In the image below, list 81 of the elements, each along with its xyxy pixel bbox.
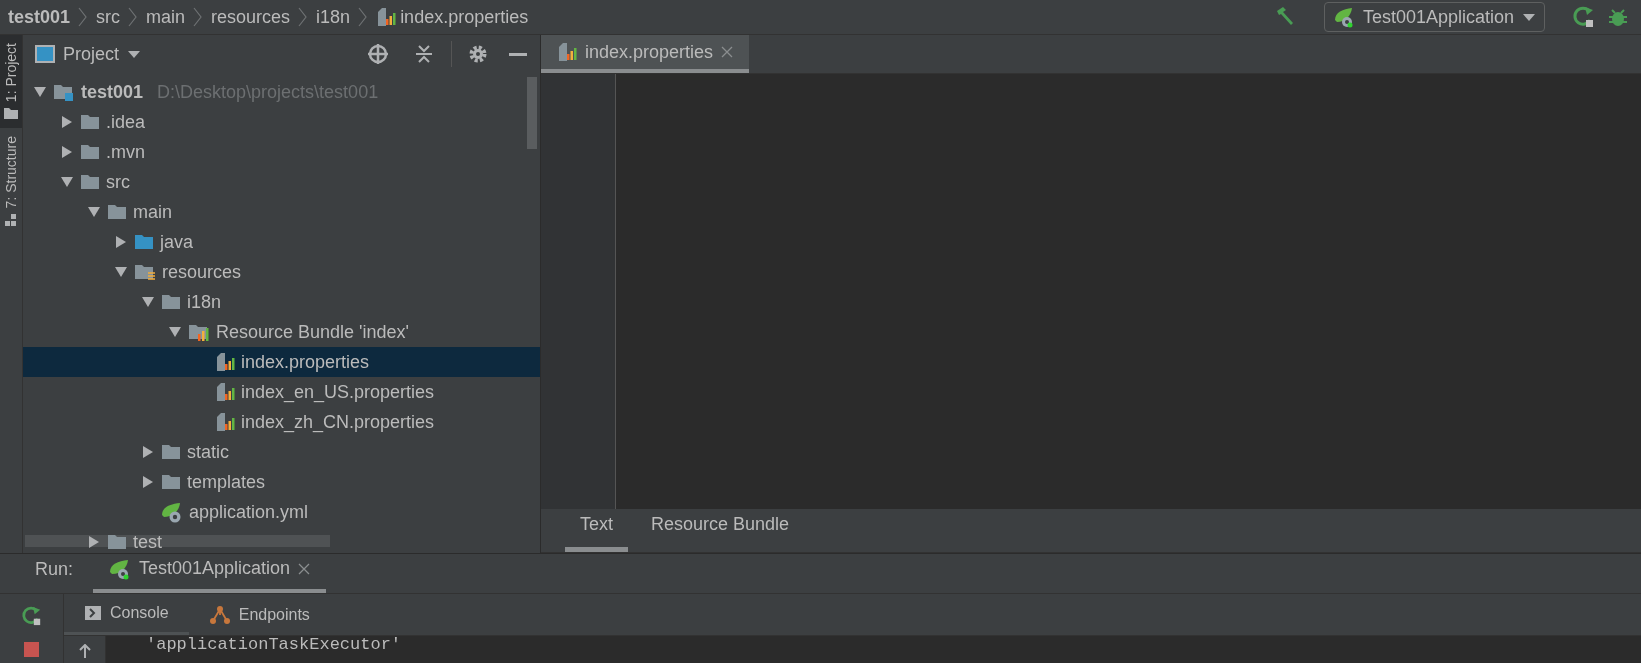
folder-icon (80, 112, 100, 132)
run-configuration-label: Test001Application (1362, 5, 1514, 29)
caret-icon (1522, 12, 1536, 22)
properties-file-icon (215, 382, 235, 402)
tree-item[interactable]: .idea (23, 107, 540, 137)
caret-icon[interactable] (127, 49, 142, 59)
tree-item[interactable]: .mvn (23, 137, 540, 167)
collapse-icon[interactable] (413, 43, 435, 65)
settings-icon[interactable] (468, 44, 488, 64)
breadcrumb[interactable]: i18n (316, 3, 351, 31)
editor-view-tab[interactable]: Resource Bundle (636, 511, 805, 552)
tree-item[interactable]: index_en_US.properties (23, 377, 540, 407)
properties-file-icon (376, 7, 397, 27)
folder-icon (107, 532, 127, 552)
tool-window-tab[interactable]: 1: Project (0, 35, 22, 129)
resources-folder-icon (134, 262, 156, 282)
leaf-gear-icon (161, 501, 183, 523)
run-label: Run: (35, 558, 74, 581)
tree-item[interactable]: java (23, 227, 540, 257)
tree-item[interactable]: index.properties (23, 347, 540, 377)
locate-icon[interactable] (367, 43, 389, 65)
expanded-arrow-icon[interactable] (168, 325, 182, 339)
collapsed-arrow-icon[interactable] (87, 535, 101, 549)
window-icon (35, 45, 55, 63)
tree-item[interactable]: application.yml (23, 497, 540, 527)
bundle-folder-icon (188, 322, 210, 342)
horizontal-scrollbar[interactable] (25, 535, 330, 547)
folder-icon (134, 232, 154, 252)
expanded-arrow-icon[interactable] (60, 175, 74, 189)
collapsed-arrow-icon[interactable] (60, 145, 74, 159)
properties-file-icon (215, 352, 235, 372)
up-arrow-icon[interactable] (77, 644, 92, 658)
folder-icon (107, 202, 127, 222)
expanded-arrow-icon[interactable] (87, 205, 101, 219)
folder-icon (161, 472, 181, 492)
expanded-arrow-icon[interactable] (114, 265, 128, 279)
console-line: 'applicationTaskExecutor' (146, 636, 402, 656)
collapsed-arrow-icon[interactable] (60, 115, 74, 129)
console-tab[interactable]: Endpoints (188, 594, 330, 635)
breadcrumb[interactable]: main (146, 3, 186, 31)
run-configuration-dropdown[interactable]: Test001Application (1323, 2, 1545, 32)
tree-item[interactable]: main (23, 197, 540, 227)
tree-item[interactable]: resources (23, 257, 540, 287)
tool-window-tab[interactable]: 7: Structure (0, 128, 22, 235)
rerun-icon[interactable] (21, 606, 42, 626)
collapsed-arrow-icon[interactable] (141, 445, 155, 459)
folder-icon (3, 106, 19, 121)
run-tab[interactable]: Test001Application (93, 555, 327, 593)
properties-file-icon (557, 42, 577, 62)
collapsed-arrow-icon[interactable] (114, 235, 128, 249)
leaf-gear-icon (1332, 6, 1355, 28)
editor-tab[interactable]: index.properties (541, 35, 750, 73)
structure-icon (3, 212, 19, 227)
close-icon[interactable] (298, 562, 311, 575)
folder-icon (80, 172, 100, 192)
tree-item[interactable]: src (23, 167, 540, 197)
module-folder-icon (53, 82, 75, 102)
expanded-arrow-icon[interactable] (33, 85, 47, 99)
tree-item[interactable]: Resource Bundle 'index' (23, 317, 540, 347)
tree-item[interactable]: test (23, 527, 540, 553)
collapsed-arrow-icon[interactable] (141, 475, 155, 489)
endpoints-icon (208, 604, 231, 625)
breadcrumb[interactable]: index.properties (400, 3, 529, 31)
vertical-scrollbar[interactable] (527, 77, 537, 149)
rerun-icon[interactable] (1573, 6, 1595, 28)
tree-item[interactable]: index_zh_CN.properties (23, 407, 540, 437)
breadcrumb[interactable]: src (96, 3, 121, 31)
editor-view-tab[interactable]: Text (565, 511, 628, 552)
folder-icon (161, 442, 181, 462)
tree-item[interactable]: static (23, 437, 540, 467)
folder-icon (80, 142, 100, 162)
console-icon (84, 605, 102, 621)
breadcrumb[interactable]: resources (211, 3, 291, 31)
breadcrumb[interactable]: test001 (8, 3, 71, 31)
folder-icon (161, 292, 181, 312)
tree-item[interactable]: templates (23, 467, 540, 497)
expanded-arrow-icon[interactable] (141, 295, 155, 309)
panel-title[interactable]: Project (63, 40, 120, 68)
properties-file-icon (215, 412, 235, 432)
tree-item[interactable]: i18n (23, 287, 540, 317)
bug-icon[interactable] (1607, 6, 1629, 28)
